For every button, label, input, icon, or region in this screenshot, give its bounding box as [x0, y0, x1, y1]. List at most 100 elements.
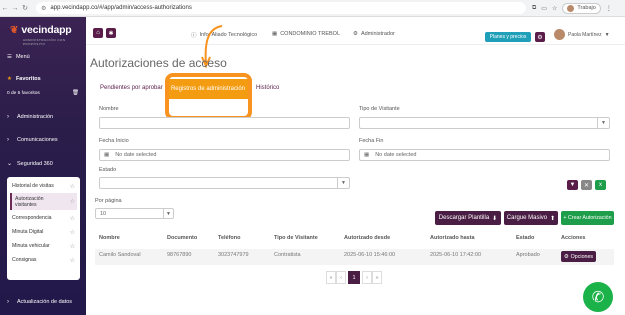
page-next-button[interactable]: › — [362, 271, 372, 284]
user-avatar — [554, 29, 565, 40]
bulk-upload-button[interactable]: Cargue Masivo ⬆ — [504, 211, 558, 225]
profile-button[interactable]: Trabajo — [562, 2, 601, 14]
page-current-button[interactable]: 1 — [348, 271, 360, 284]
building-icon: ▦ — [272, 31, 278, 37]
trash-icon[interactable]: 🗑 — [72, 90, 79, 96]
highlight-annotation — [165, 73, 252, 120]
page-last-button[interactable]: » — [372, 271, 382, 284]
tools-icon: ⚙ — [537, 34, 543, 41]
clear-filter-button[interactable]: ✕ — [581, 180, 592, 190]
state-select[interactable]: ▼ — [99, 177, 350, 189]
submenu-item-consignas[interactable]: Consignas ☆ — [10, 255, 77, 265]
options-button[interactable]: ⚙ Opciones — [561, 251, 596, 262]
favorites-header[interactable]: ★ Favoritos — [7, 76, 41, 82]
submenu-item-historial[interactable]: Historial de visitas ☆ — [10, 181, 77, 191]
chevron-right-icon: › — [7, 114, 9, 120]
profile-label: Trabajo — [577, 5, 596, 11]
phone-icon: ✆ — [591, 289, 605, 306]
download-template-button[interactable]: Descargar Plantilla ⬇ — [435, 211, 501, 225]
bookmark-icon[interactable]: ☆ — [552, 5, 557, 12]
create-authorization-button[interactable]: + Crear Autorización — [561, 211, 614, 225]
submenu-label: Minuta Digital — [12, 229, 44, 235]
col-telefono[interactable]: Teléfono — [218, 235, 241, 241]
cast-icon[interactable]: ▭ — [541, 5, 547, 12]
col-tipo[interactable]: Tipo de Visitante — [274, 235, 318, 241]
start-date-input[interactable]: ▦ No date selected — [99, 149, 350, 161]
condo-label: CONDOMINIO TREBOL — [280, 31, 340, 37]
logo: ❦ vecindapp — [10, 24, 72, 36]
tab-pendientes[interactable]: Pendientes por aprobar — [100, 85, 163, 91]
chevron-down-icon: ⌄ — [7, 161, 13, 167]
star-icon[interactable]: ☆ — [70, 198, 75, 205]
url-text: app.vecindapp.co/#/app/admin/access-auth… — [50, 5, 192, 11]
submenu-item-autorizacion[interactable]: Autorización visitantes ☆ — [10, 193, 77, 210]
sidebar-item-label: Actualización de datos — [17, 299, 73, 305]
favorites-label: Favoritos — [15, 76, 41, 82]
excel-export-button[interactable]: x — [595, 180, 606, 190]
cell-estado: Aprobado — [516, 252, 540, 258]
star-icon[interactable]: ☆ — [70, 229, 75, 236]
sidebar-item-comunicaciones[interactable]: › Comunicaciones — [7, 137, 58, 143]
submenu-item-correspondencia[interactable]: Correspondencia ☆ — [10, 213, 77, 223]
sidebar-item-label: Comunicaciones — [17, 137, 58, 143]
plans-button[interactable]: Planes y precios — [485, 32, 531, 42]
filter-button[interactable]: ▼ — [567, 180, 578, 190]
dropdown-caret-icon: ▼ — [337, 177, 349, 189]
name-label: Nombre — [99, 106, 119, 112]
reload-icon[interactable]: ↻ — [20, 4, 30, 12]
start-date-placeholder: No date selected — [115, 152, 157, 158]
condo-selector[interactable]: ▦ CONDOMINIO TREBOL — [272, 31, 340, 37]
back-icon[interactable]: ← — [0, 5, 10, 12]
home-button[interactable]: ⌂ — [93, 28, 103, 38]
chevron-right-icon: › — [7, 137, 9, 143]
support-call-button[interactable]: ✆ — [583, 282, 613, 312]
browser-menu-icon[interactable]: ⋮ — [606, 5, 612, 12]
sidebar-item-administracion[interactable]: › Administración — [7, 114, 53, 120]
dropdown-caret-icon: ▼ — [163, 208, 173, 219]
star-icon[interactable]: ☆ — [70, 257, 75, 264]
submenu-item-minuta-vehicular[interactable]: Minuta vehicular ☆ — [10, 241, 77, 251]
star-icon[interactable]: ☆ — [70, 215, 75, 222]
page-prev-button[interactable]: ‹ — [336, 271, 346, 284]
cell-nombre: Camilo Sandoval — [99, 252, 141, 258]
download-label: Descargar Plantilla — [438, 215, 490, 221]
state-label: Estado — [99, 167, 117, 173]
end-date-placeholder: No date selected — [375, 152, 417, 158]
home-icon: ⌂ — [96, 30, 100, 36]
user-menu[interactable]: Paola Martínez ▼ — [554, 29, 610, 40]
per-page-label: Por página — [95, 198, 122, 204]
visitor-type-select[interactable]: ▼ — [359, 117, 610, 129]
name-input[interactable] — [99, 117, 350, 129]
chevron-right-icon: › — [7, 275, 9, 281]
col-estado[interactable]: Estado — [516, 235, 534, 241]
per-page-value: 10 — [100, 210, 107, 217]
menu-toggle[interactable]: ☰ Menú — [7, 54, 30, 60]
sidebar-item-seguridad[interactable]: ⌄ Seguridad 360 — [7, 160, 53, 168]
star-icon[interactable]: ☆ — [70, 183, 75, 190]
sidebar-item-actualizacion[interactable]: › Actualización de datos — [7, 299, 72, 305]
page-first-button[interactable]: « — [326, 271, 336, 284]
submenu-item-minuta-digital[interactable]: Minuta Digital ☆ — [10, 227, 77, 237]
submenu-label: Consignas — [12, 257, 37, 263]
extension-icon[interactable]: ⧉ — [532, 5, 536, 12]
cell-hasta: 2025-06-10 17:42:00 — [430, 252, 482, 258]
admin-tools-button[interactable]: ⚙ — [535, 32, 545, 42]
tab-historico[interactable]: Histórico — [256, 85, 279, 91]
cell-documento: 98767890 — [167, 252, 192, 258]
calendar-icon: ▦ — [364, 152, 370, 158]
caret-down-icon: ▼ — [604, 31, 610, 38]
forward-icon[interactable]: → — [10, 5, 20, 12]
options-label: Opciones — [570, 253, 594, 260]
address-bar[interactable]: ⚙ app.vecindapp.co/#/app/admin/access-au… — [36, 2, 526, 14]
menu-label: Menú — [15, 54, 30, 60]
sidebar-item-cuentas[interactable]: › Cuentas de cobro — [7, 275, 60, 281]
per-page-select[interactable]: 10 ▼ — [95, 208, 174, 219]
col-documento[interactable]: Documento — [167, 235, 197, 241]
col-nombre[interactable]: Nombre — [99, 235, 120, 241]
col-hasta[interactable]: Autorizado hasta — [430, 235, 475, 241]
settings-button[interactable]: ✱ — [106, 28, 116, 38]
site-info-icon[interactable]: ⚙ — [41, 5, 46, 12]
star-icon[interactable]: ☆ — [70, 243, 75, 250]
end-date-input[interactable]: ▦ No date selected — [359, 149, 610, 161]
col-desde[interactable]: Autorizado desde — [344, 235, 390, 241]
